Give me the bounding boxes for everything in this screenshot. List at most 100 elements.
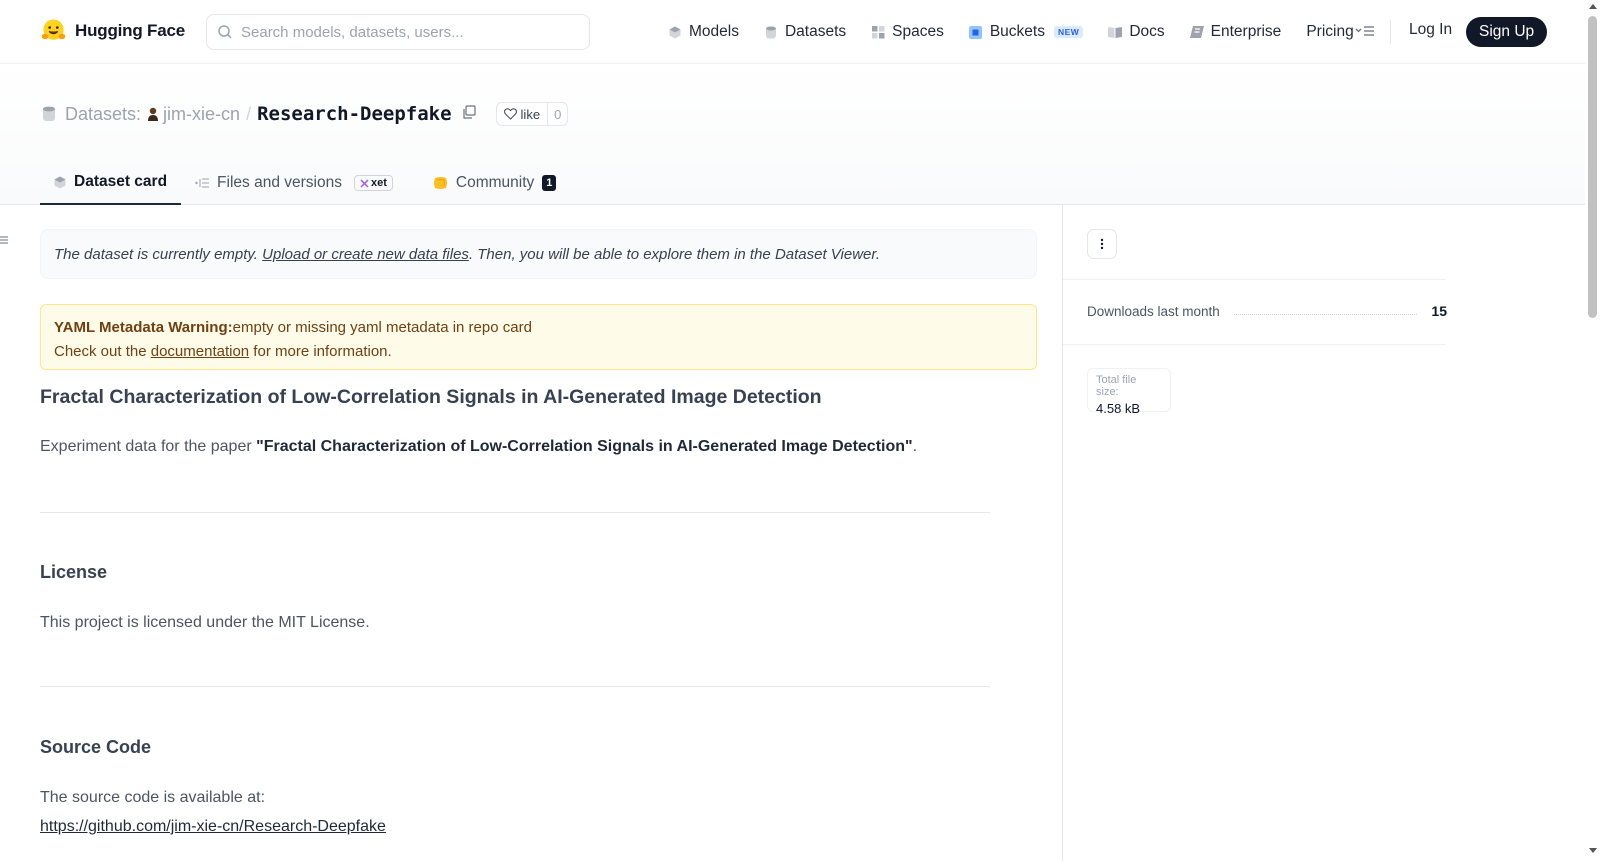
brand-home-link[interactable]: Hugging Face	[40, 17, 185, 44]
nav-links: Models Datasets Spaces Buckets NEW Docs …	[668, 0, 1379, 64]
upload-data-link[interactable]: Upload or create new data files	[262, 246, 469, 263]
heart-icon	[503, 108, 517, 120]
tab-community[interactable]: Community 1	[419, 161, 571, 205]
copy-icon[interactable]	[462, 104, 476, 124]
page-scrollbar[interactable]	[1585, 0, 1600, 861]
repo-title: Datasets: jim-xie-cn / Research-Deepfake…	[43, 102, 569, 126]
nav-datasets-label: Datasets	[784, 23, 847, 40]
sidebar-divider	[1063, 279, 1446, 280]
tab-dataset-card[interactable]: Dataset card	[40, 161, 182, 205]
hugging-face-logo-icon	[41, 19, 66, 40]
yaml-warning-title: YAML Metadata Warning:	[54, 319, 233, 336]
dotted-leader	[1233, 307, 1418, 315]
tab-dataset-card-label: Dataset card	[74, 173, 168, 190]
xet-label: xet	[370, 177, 387, 189]
downloads-value: 15	[1431, 303, 1447, 319]
downloads-label: Downloads last month	[1087, 303, 1220, 319]
card-intro: Experiment data for the paper "Fractal C…	[40, 438, 917, 456]
tab-files-and-versions[interactable]: Files and versions xet	[181, 161, 407, 205]
like-label: like	[520, 106, 541, 122]
scroll-up-icon[interactable]	[1589, 4, 1597, 9]
owner-name: jim-xie-cn	[163, 103, 241, 124]
nav-enterprise[interactable]: Enterprise	[1189, 23, 1282, 41]
nav-models-label: Models	[689, 23, 739, 40]
like-button[interactable]: like 0	[495, 102, 569, 126]
nav-spaces[interactable]: Spaces	[871, 23, 944, 41]
datasets-section-link[interactable]: Datasets:	[65, 104, 141, 125]
buckets-icon	[969, 25, 983, 39]
empty-notice-suffix: . Then, you will be able to explore them…	[468, 245, 880, 263]
scroll-down-icon[interactable]	[1589, 848, 1597, 853]
signup-button[interactable]: Sign Up	[1466, 17, 1548, 47]
sidebar-divider	[1062, 205, 1063, 861]
empty-notice-prefix: The dataset is currently empty.	[54, 245, 263, 263]
nav-docs-label: Docs	[1129, 23, 1165, 40]
repo-name[interactable]: Research-Deepfake	[257, 103, 451, 125]
license-heading: License	[40, 562, 108, 582]
sidebar-divider	[1063, 344, 1446, 345]
community-icon	[433, 176, 447, 189]
like-action[interactable]: like	[497, 103, 548, 125]
section-divider	[40, 686, 990, 687]
xet-badge: xet	[353, 175, 393, 191]
file-size-value: 4.58 kB	[1096, 401, 1141, 416]
empty-dataset-notice: The dataset is currently empty. Upload o…	[40, 229, 1037, 279]
nav-datasets[interactable]: Datasets	[764, 23, 846, 41]
new-badge: NEW	[1053, 26, 1084, 38]
login-link[interactable]: Log In	[1409, 21, 1452, 39]
top-navbar: Hugging Face Models Datasets Spaces	[0, 0, 1585, 64]
source-code-text: The source code is available at:	[40, 789, 266, 806]
tab-community-label: Community	[455, 174, 535, 191]
more-menu-icon[interactable]	[1355, 24, 1375, 43]
downloads-stat: Downloads last month 15	[1087, 303, 1447, 319]
yaml-warning-line2-prefix: Check out the	[54, 343, 151, 360]
source-code-heading: Source Code	[40, 737, 152, 757]
owner-link[interactable]: jim-xie-cn	[147, 104, 240, 125]
search-box[interactable]	[206, 14, 590, 50]
dataset-database-icon	[43, 106, 55, 121]
datasets-database-icon	[764, 25, 778, 39]
card-heading: Fractal Characterization of Low-Correlat…	[40, 386, 822, 408]
intro-paper-title: "Fractal Characterization of Low-Correla…	[256, 438, 913, 455]
intro-suffix: .	[912, 438, 918, 455]
community-count-badge: 1	[542, 175, 557, 191]
table-of-contents-toggle-icon[interactable]	[0, 232, 10, 250]
enterprise-icon	[1189, 25, 1204, 39]
tab-files-label: Files and versions	[217, 174, 342, 191]
file-size-label: Total file size:	[1096, 374, 1137, 398]
files-list-icon	[195, 178, 210, 188]
more-options-icon[interactable]	[1087, 229, 1117, 259]
brand-name: Hugging Face	[75, 20, 185, 40]
repo-tabs: Dataset card Files and versions xet Comm…	[40, 161, 570, 205]
yaml-warning-line2-suffix: for more information.	[249, 343, 392, 360]
nav-enterprise-label: Enterprise	[1210, 23, 1282, 40]
nav-buckets-label: Buckets	[989, 23, 1045, 40]
nav-spaces-label: Spaces	[892, 23, 944, 40]
search-input[interactable]	[241, 23, 571, 41]
spaces-grid-icon	[871, 25, 885, 39]
yaml-metadata-warning: YAML Metadata Warning:empty or missing y…	[40, 304, 1037, 370]
yaml-warning-message: empty or missing yaml metadata in repo c…	[232, 319, 532, 336]
dataset-card-cube-icon	[54, 176, 66, 188]
models-cube-icon	[668, 25, 682, 39]
documentation-link[interactable]: documentation	[151, 343, 249, 360]
github-repo-link[interactable]: https://github.com/jim-xie-cn/Research-D…	[40, 818, 386, 836]
section-divider	[40, 512, 990, 513]
scrollbar-thumb[interactable]	[1588, 16, 1597, 318]
search-icon	[218, 25, 232, 39]
license-text: This project is licensed under the MIT L…	[40, 614, 370, 631]
path-separator: /	[246, 103, 252, 124]
nav-docs[interactable]: Docs	[1108, 23, 1165, 41]
total-file-size-card: Total file size: 4.58 kB	[1087, 368, 1171, 416]
like-count[interactable]: 0	[547, 103, 567, 125]
intro-prefix: Experiment data for the paper	[40, 438, 257, 455]
xet-icon	[360, 178, 369, 188]
nav-pricing-label: Pricing	[1306, 23, 1354, 40]
nav-models[interactable]: Models	[668, 23, 739, 41]
nav-divider	[1390, 20, 1391, 44]
nav-pricing[interactable]: Pricing	[1306, 23, 1353, 41]
docs-book-icon	[1108, 25, 1123, 39]
nav-buckets[interactable]: Buckets NEW	[969, 23, 1084, 41]
user-avatar-icon	[148, 107, 159, 121]
repo-header: Datasets: jim-xie-cn / Research-Deepfake…	[0, 64, 1585, 205]
